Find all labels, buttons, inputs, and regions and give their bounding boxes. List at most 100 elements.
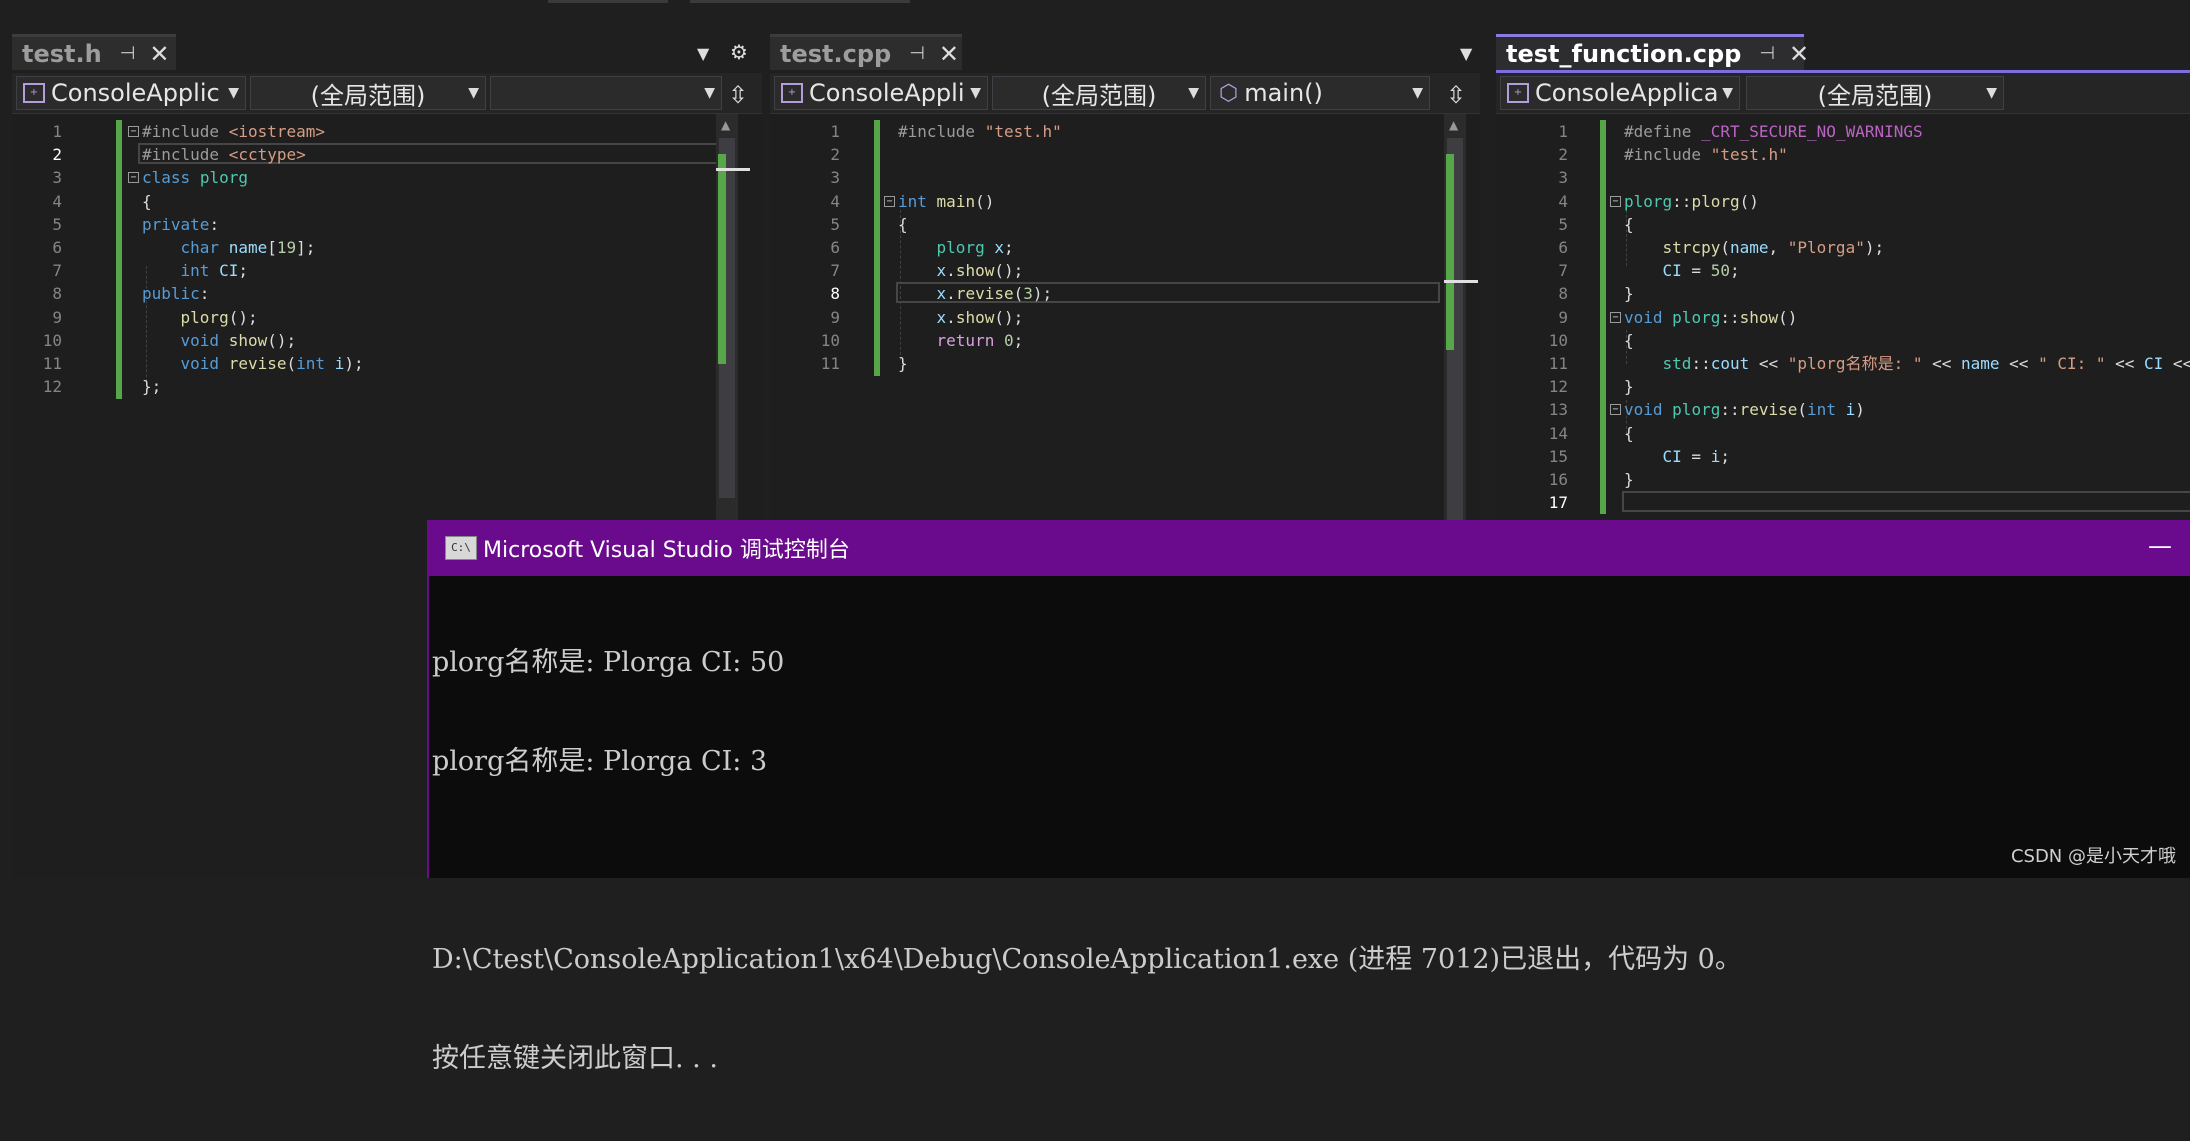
line-number: 5 <box>52 214 62 234</box>
gear-icon[interactable]: ⚙ <box>730 40 748 64</box>
code-line: x.revise(3); <box>936 284 1053 304</box>
pin-icon[interactable]: ⊣ <box>120 43 136 64</box>
code-line: } <box>1624 377 1634 397</box>
line-number: 9 <box>52 307 62 327</box>
member-dropdown[interactable]: ⬡ main() ▼ <box>1210 76 1430 110</box>
watermark: CSDN @是小天才哦 <box>2010 846 2176 867</box>
tab-test-function-cpp[interactable]: test_function.cpp ⊣ ✕ <box>1496 34 1809 70</box>
code-line: void plorg::show() <box>1624 307 1798 327</box>
tab-test-cpp[interactable]: test.cpp ⊣ ✕ <box>770 34 962 70</box>
scope-dropdown-value: (全局范围) <box>1041 81 1157 110</box>
code-line: return 0; <box>936 330 1024 350</box>
code-line: void revise(int i); <box>180 354 364 373</box>
code-line: plorg(); <box>180 307 258 327</box>
chevron-down-icon: ▼ <box>228 85 239 101</box>
code-line: { <box>1624 214 1634 234</box>
fold-toggle-icon[interactable]: − <box>128 126 139 137</box>
code-line: x.show(); <box>936 261 1024 281</box>
code-line: #include <iostream> <box>142 122 326 141</box>
close-icon[interactable]: ✕ <box>149 40 169 68</box>
line-number: 13 <box>1548 400 1568 420</box>
line-number: 10 <box>42 330 62 350</box>
line-number: 11 <box>820 354 840 373</box>
chevron-down-icon[interactable]: ▼ <box>1460 44 1472 63</box>
line-number: 16 <box>1548 470 1568 489</box>
line-number: 11 <box>1548 354 1568 373</box>
debug-console-window[interactable]: C:\ Microsoft Visual Studio 调试控制台 — plor… <box>427 520 2190 1074</box>
project-dropdown[interactable]: + ConsoleApplica ▼ <box>1500 76 1740 110</box>
line-number: 8 <box>1558 284 1568 304</box>
split-editor-icon[interactable]: ⇳ <box>1446 81 1466 109</box>
project-icon: + <box>1507 83 1529 103</box>
fold-toggle-icon[interactable]: − <box>1610 195 1621 207</box>
project-icon: + <box>23 83 45 103</box>
cube-icon: ⬡ <box>1219 80 1239 106</box>
line-number: 2 <box>1558 145 1568 165</box>
chevron-down-icon[interactable]: ▼ <box>697 44 709 63</box>
code-line: int main() <box>898 191 995 211</box>
close-icon[interactable]: ✕ <box>939 40 959 68</box>
chevron-down-icon: ▼ <box>1986 85 1997 101</box>
line-number: 4 <box>1558 191 1568 211</box>
console-output-line: 按任意键关闭此窗口. . . <box>432 1043 718 1074</box>
code-line: public: <box>142 284 210 304</box>
top-strip-mark <box>690 0 910 3</box>
console-output-line: plorg名称是: Plorga CI: 3 <box>432 746 768 777</box>
scope-dropdown[interactable]: (全局范围) ▼ <box>250 76 486 110</box>
line-number: 4 <box>830 191 840 211</box>
line-number: 3 <box>52 168 62 188</box>
project-dropdown[interactable]: + ConsoleApplic ▼ <box>16 76 246 110</box>
scrollbar-change-marker <box>718 154 726 364</box>
line-number: 2 <box>830 145 840 165</box>
line-number: 5 <box>1558 214 1568 234</box>
code-line: { <box>1624 423 1634 443</box>
console-icon: C:\ <box>445 536 477 560</box>
pin-icon[interactable]: ⊣ <box>909 43 925 64</box>
scope-dropdown[interactable]: (全局范围) ▼ <box>992 76 1206 110</box>
minimize-button[interactable]: — <box>2148 532 2172 560</box>
line-number: 12 <box>42 377 62 397</box>
line-number: 7 <box>830 261 840 281</box>
code-line: } <box>1624 470 1634 489</box>
fold-toggle-icon[interactable]: − <box>884 195 895 207</box>
line-number: 8 <box>52 284 62 304</box>
code-line: }; <box>142 377 162 397</box>
scrollbar-change-marker <box>1446 154 1454 350</box>
code-line: class plorg <box>142 168 248 188</box>
chevron-down-icon: ▼ <box>704 85 715 101</box>
tab-row: test_function.cpp ⊣ ✕ <box>1496 30 2190 73</box>
scroll-position-marker <box>1444 280 1478 283</box>
window-top-strip <box>0 0 2190 30</box>
fold-toggle-icon[interactable]: − <box>1610 404 1621 416</box>
close-icon[interactable]: ✕ <box>1789 40 1809 68</box>
tab-label: test.h <box>22 39 102 68</box>
line-number: 9 <box>830 307 840 327</box>
chevron-down-icon: ▼ <box>1188 85 1199 101</box>
tab-test-h[interactable]: test.h ⊣ ✕ <box>12 34 176 70</box>
scroll-up-icon[interactable]: ▲ <box>1449 118 1458 132</box>
code-line: { <box>142 191 152 211</box>
top-strip-mark <box>548 0 668 3</box>
fold-toggle-icon[interactable]: − <box>128 172 139 184</box>
scope-dropdown[interactable]: (全局范围) ▼ <box>1746 76 2004 110</box>
line-number: 8 <box>830 284 840 304</box>
member-dropdown[interactable]: ▼ <box>490 76 722 110</box>
line-number: 7 <box>52 261 62 281</box>
code-line: #include "test.h" <box>1624 145 1788 165</box>
project-dropdown[interactable]: + ConsoleAppli ▼ <box>774 76 988 110</box>
line-number: 12 <box>1548 377 1568 397</box>
navigation-bar: + ConsoleApplic ▼ (全局范围) ▼ ▼ ⇳ <box>12 73 762 114</box>
split-editor-icon[interactable]: ⇳ <box>728 81 748 109</box>
code-line: } <box>898 354 908 373</box>
fold-toggle-icon[interactable]: − <box>1610 311 1621 323</box>
pin-icon[interactable]: ⊣ <box>1759 43 1775 64</box>
code-line: plorg::plorg() <box>1624 191 1759 211</box>
code-line: } <box>1624 284 1634 304</box>
scroll-up-icon[interactable]: ▲ <box>721 118 730 132</box>
console-title-bar[interactable]: C:\ Microsoft Visual Studio 调试控制台 — <box>429 520 2190 576</box>
code-line: CI = i; <box>1662 446 1730 466</box>
line-number: 2 <box>52 145 62 165</box>
code-line: std::cout << "plorg名称是: " << name << " C… <box>1662 354 2190 373</box>
chevron-down-icon: ▼ <box>970 85 981 101</box>
